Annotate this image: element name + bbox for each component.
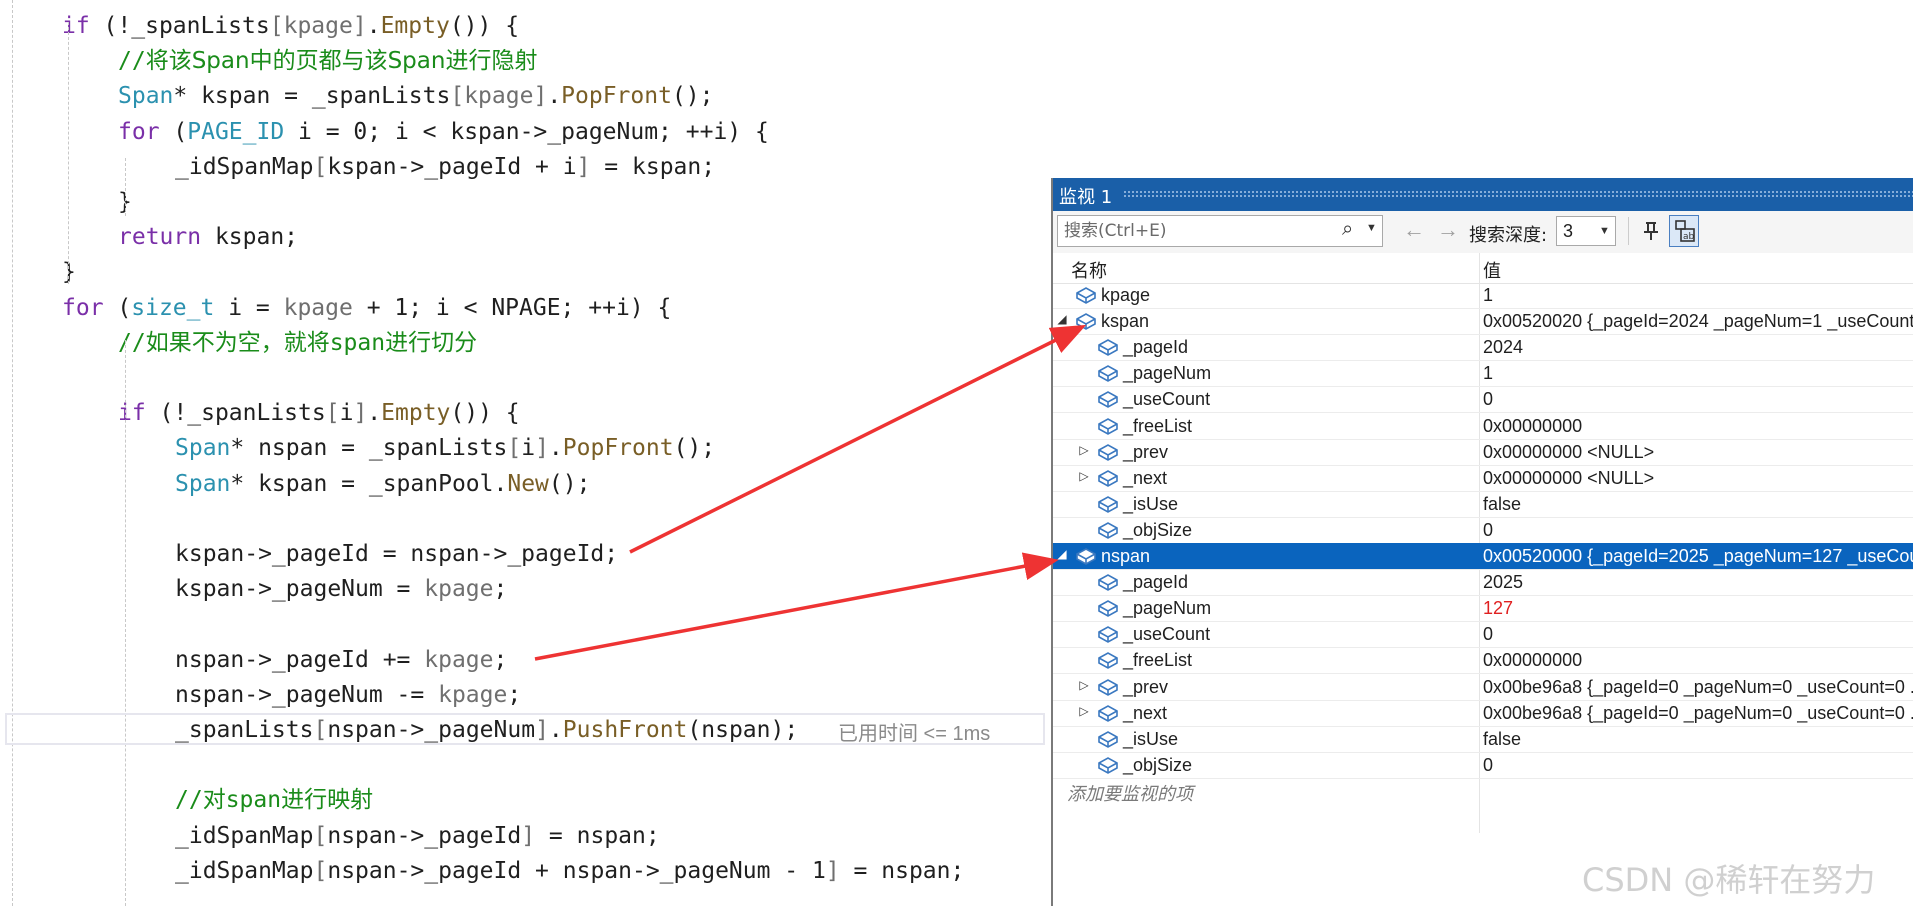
annotation-arrows: [534, 324, 1087, 661]
arrow-to-kspan: [629, 324, 1087, 554]
watermark: CSDN @稀轩在努力: [1582, 861, 1876, 899]
arrow-to-nspan: [534, 552, 1059, 661]
